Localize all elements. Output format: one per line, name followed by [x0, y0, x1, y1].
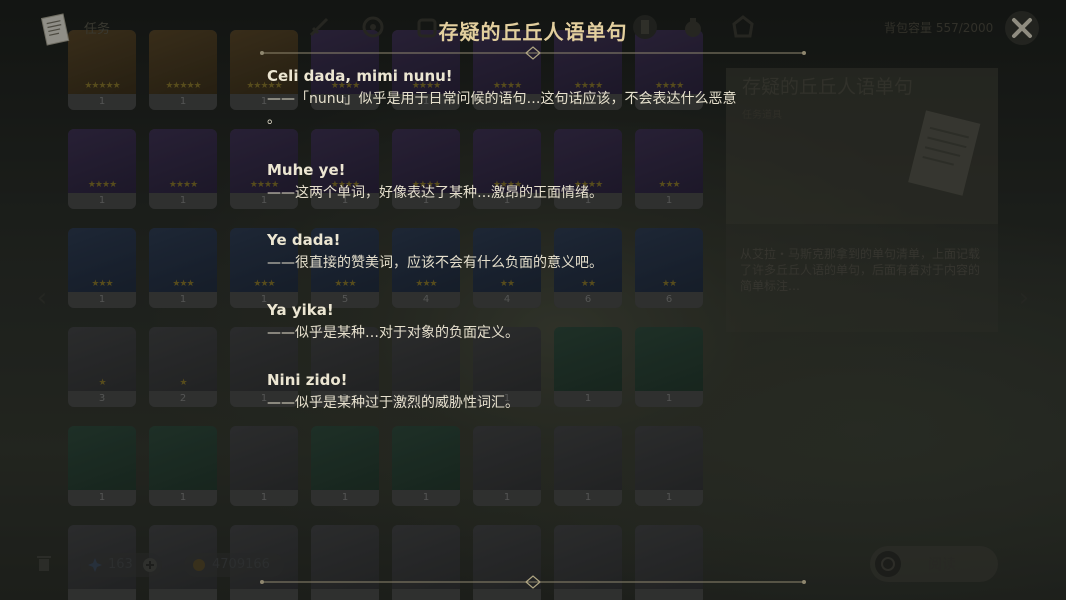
phrase-explanation: ——很直接的赞美词，应该不会有什么负面的意义吧。: [267, 255, 603, 271]
phrase-text: Nini zido!: [267, 371, 348, 389]
phrase-explanation: ——这两个单词，好像表达了某种…激昂的正面情绪。: [267, 185, 603, 201]
phrase-explanation: ——「nunu」似乎是用于日常问候的语句…这句话应该，不会表达什么恶意 。: [267, 91, 737, 127]
phrase-explanation: ——似乎是某种过于激烈的威胁性词汇。: [267, 395, 519, 411]
phrase-text: Ya yika!: [267, 301, 334, 319]
top-ornament-divider: [260, 46, 806, 60]
game-screen: ★★★★★ 1 ★★★★★ 1 ★★★★★ 1 ★★★★ 1 ★★★★ 1 ★★★★ 1 ★★★★ 1 ★★…: [0, 0, 1066, 600]
phrase-explanation: ——似乎是某种…对于对象的负面定义。: [267, 325, 519, 341]
bottom-ornament-divider: [260, 575, 806, 589]
phrase-entry: Nini zido! ——似乎是某种过于激烈的威胁性词汇。: [267, 370, 807, 413]
phrase-text: Ye dada!: [267, 231, 341, 249]
dialog-title: 存疑的丘丘人语单句: [438, 20, 628, 44]
phrase-entry: Ya yika! ——似乎是某种…对于对象的负面定义。: [267, 300, 807, 343]
phrase-entry: Celi dada, mimi nunu! ——「nunu」似乎是用于日常问候的…: [267, 66, 807, 129]
phrase-entry: Ye dada! ——很直接的赞美词，应该不会有什么负面的意义吧。: [267, 230, 807, 273]
phrase-text: Celi dada, mimi nunu!: [267, 67, 453, 85]
phrase-entry: Muhe ye! ——这两个单词，好像表达了某种…激昂的正面情绪。: [267, 160, 807, 203]
phrase-text: Muhe ye!: [267, 161, 346, 179]
